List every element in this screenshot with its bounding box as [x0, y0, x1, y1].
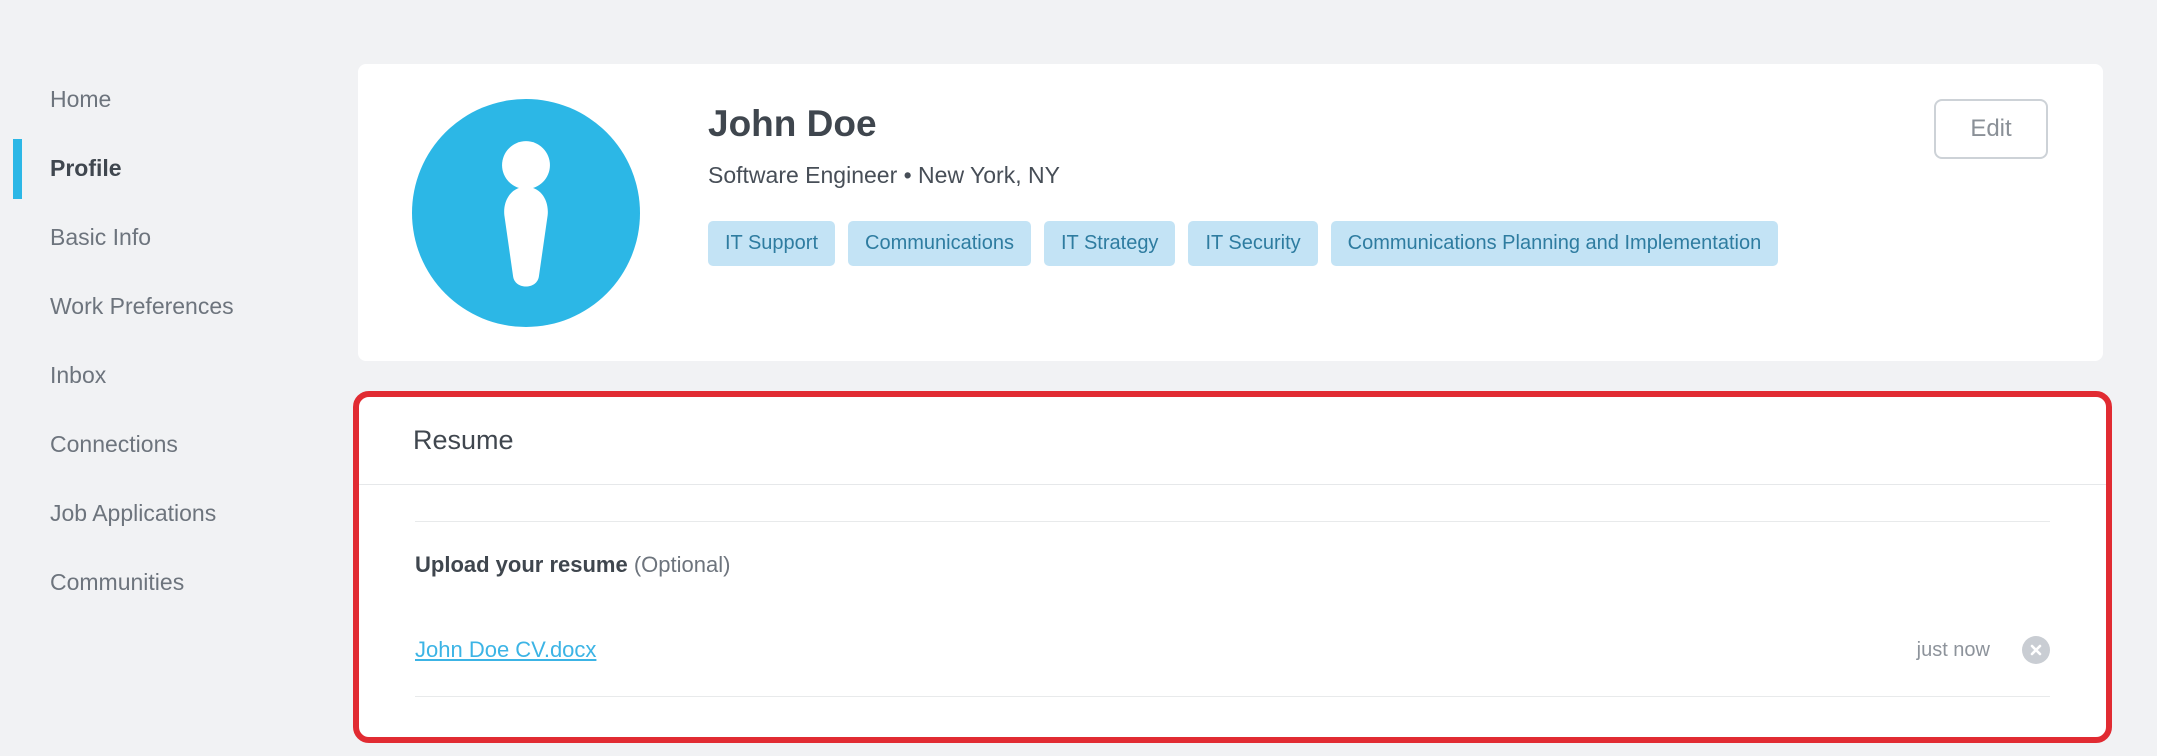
sidebar-item-label: Inbox — [50, 362, 107, 388]
sidebar-item-work-preferences[interactable]: Work Preferences — [0, 272, 352, 341]
skill-tags: IT Support Communications IT Strategy IT… — [708, 221, 1779, 267]
resume-section-annotation: Resume Upload your resume (Optional) Joh… — [353, 391, 2112, 743]
sidebar-item-basic-info[interactable]: Basic Info — [0, 203, 352, 272]
skill-tag: IT Support — [708, 221, 836, 267]
divider — [415, 696, 2050, 697]
edit-button[interactable]: Edit — [1934, 99, 2048, 159]
resume-upload-time: just now — [1916, 638, 1990, 661]
avatar — [412, 98, 640, 327]
resume-section-header: Resume — [359, 397, 2106, 485]
profile-headline: Software Engineer • New York, NY — [708, 162, 1060, 189]
resume-file-row: John Doe CV.docx just now — [415, 636, 2050, 664]
upload-resume-optional-hint: (Optional) — [633, 552, 731, 577]
skill-tag: Communications — [848, 221, 1031, 267]
sidebar-item-home[interactable]: Home — [0, 65, 352, 134]
active-indicator — [13, 138, 22, 199]
sidebar-item-label: Work Preferences — [50, 293, 234, 319]
upload-resume-label-text: Upload your resume — [415, 552, 628, 577]
resume-file-meta: just now — [1917, 636, 2050, 664]
close-icon[interactable] — [2022, 636, 2050, 664]
upload-resume-label: Upload your resume (Optional) — [415, 552, 2050, 578]
sidebar-item-label: Connections — [50, 431, 178, 457]
sidebar-nav: Home Profile Basic Info Work Preferences… — [0, 65, 352, 617]
resume-section-body: Upload your resume (Optional) John Doe C… — [359, 521, 2106, 697]
sidebar-item-label: Profile — [50, 155, 122, 181]
skill-tag: IT Security — [1188, 221, 1318, 267]
sidebar-item-label: Job Applications — [50, 500, 217, 526]
sidebar-item-label: Communities — [50, 569, 185, 595]
sidebar-item-communities[interactable]: Communities — [0, 548, 352, 617]
sidebar-item-label: Basic Info — [50, 224, 151, 250]
sidebar-item-label: Home — [50, 86, 112, 112]
skill-tag: Communications Planning and Implementati… — [1330, 221, 1779, 267]
divider — [415, 521, 2050, 522]
profile-info: John Doe Software Engineer • New York, N… — [708, 64, 1779, 267]
sidebar-item-job-applications[interactable]: Job Applications — [0, 479, 352, 548]
sidebar-item-profile[interactable]: Profile — [0, 134, 352, 203]
person-icon — [412, 99, 640, 327]
sidebar-item-connections[interactable]: Connections — [0, 410, 352, 479]
profile-summary-card: John Doe Software Engineer • New York, N… — [358, 64, 2103, 361]
resume-section-title: Resume — [413, 425, 514, 455]
resume-file-link[interactable]: John Doe CV.docx — [415, 637, 596, 663]
profile-name: John Doe — [708, 103, 877, 144]
sidebar-item-inbox[interactable]: Inbox — [0, 341, 352, 410]
skill-tag: IT Strategy — [1043, 221, 1176, 267]
profile-page: Home Profile Basic Info Work Preferences… — [0, 0, 2157, 756]
